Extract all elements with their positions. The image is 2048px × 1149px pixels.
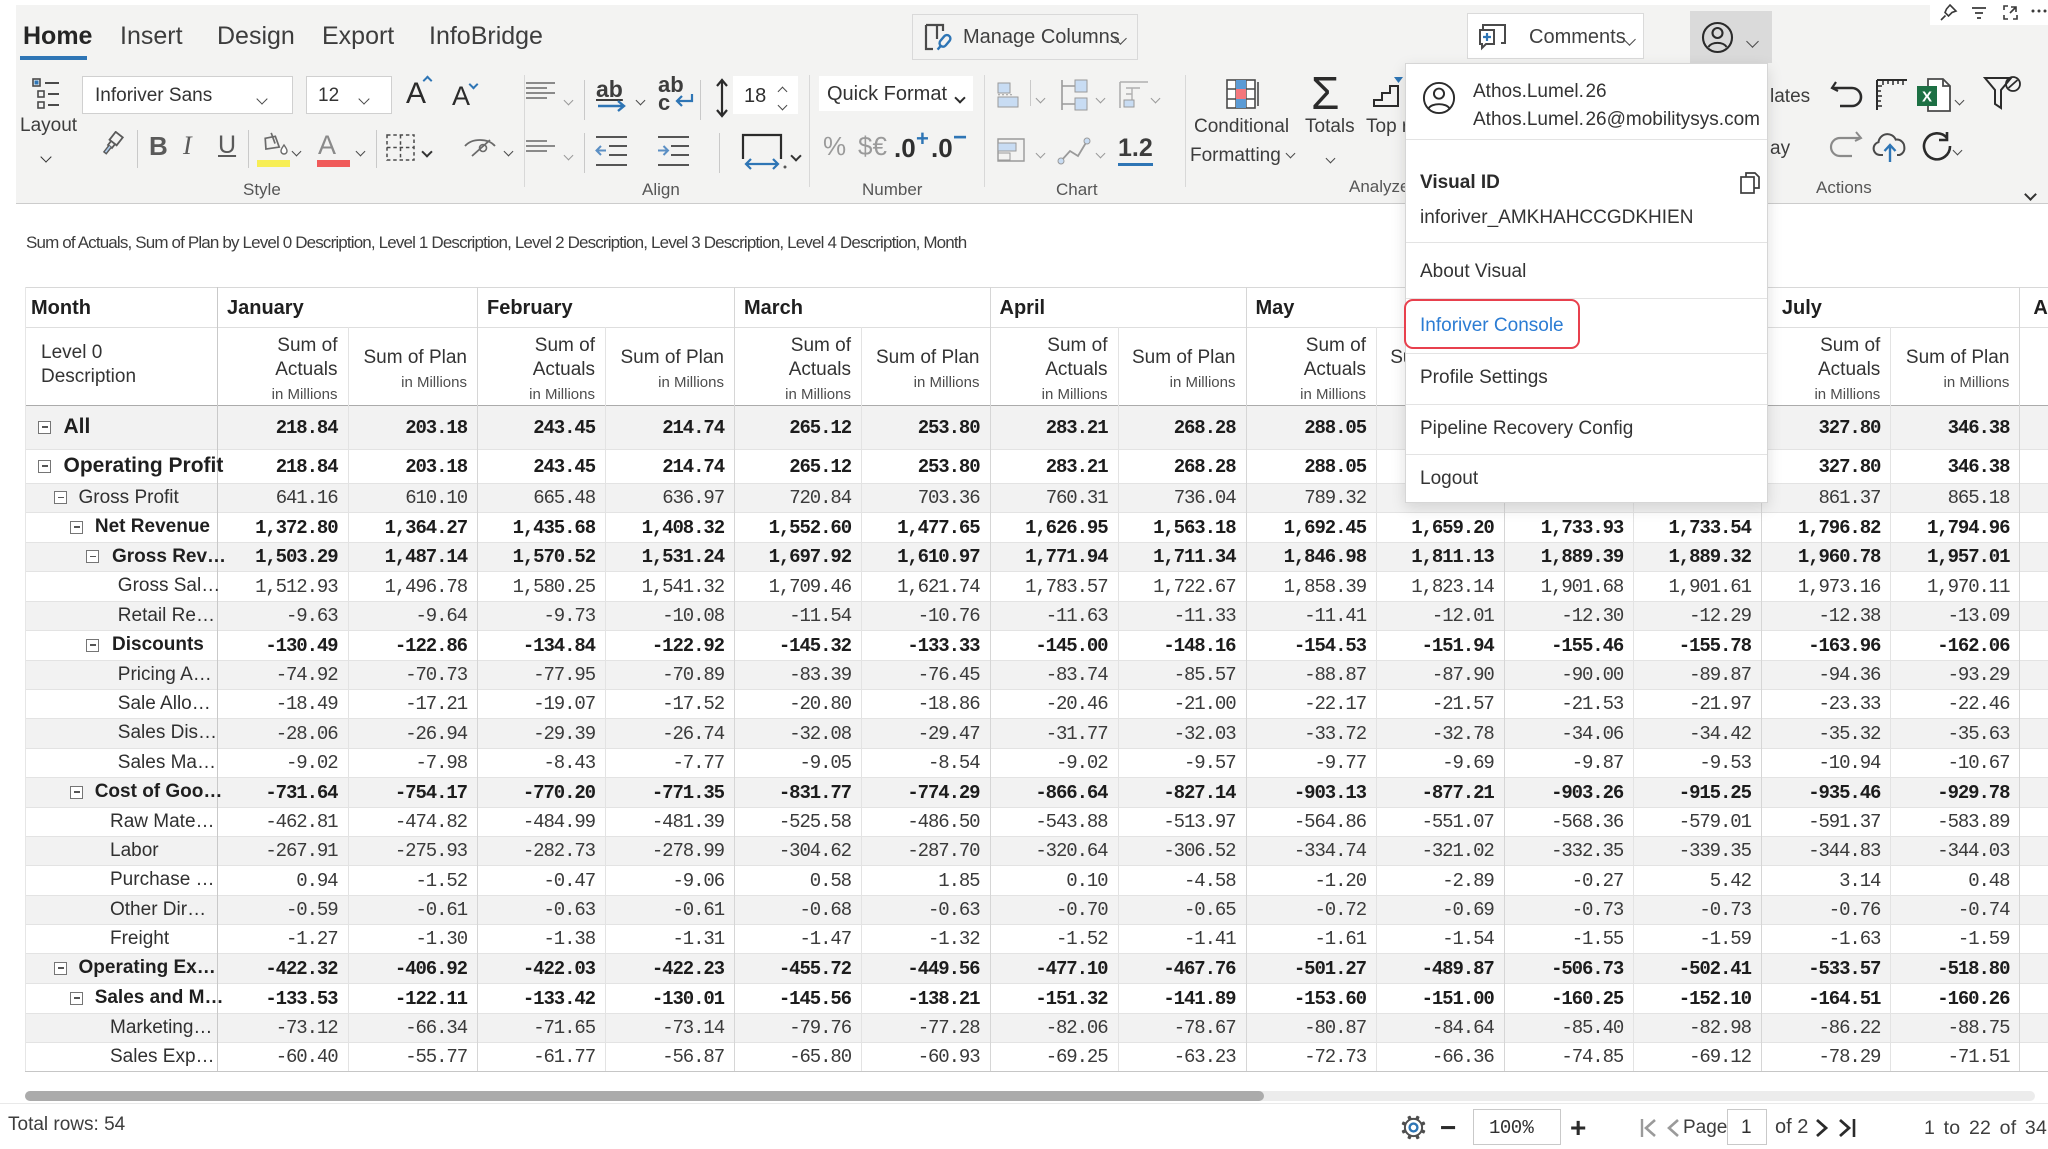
svg-text:X: X [1922, 89, 1932, 106]
